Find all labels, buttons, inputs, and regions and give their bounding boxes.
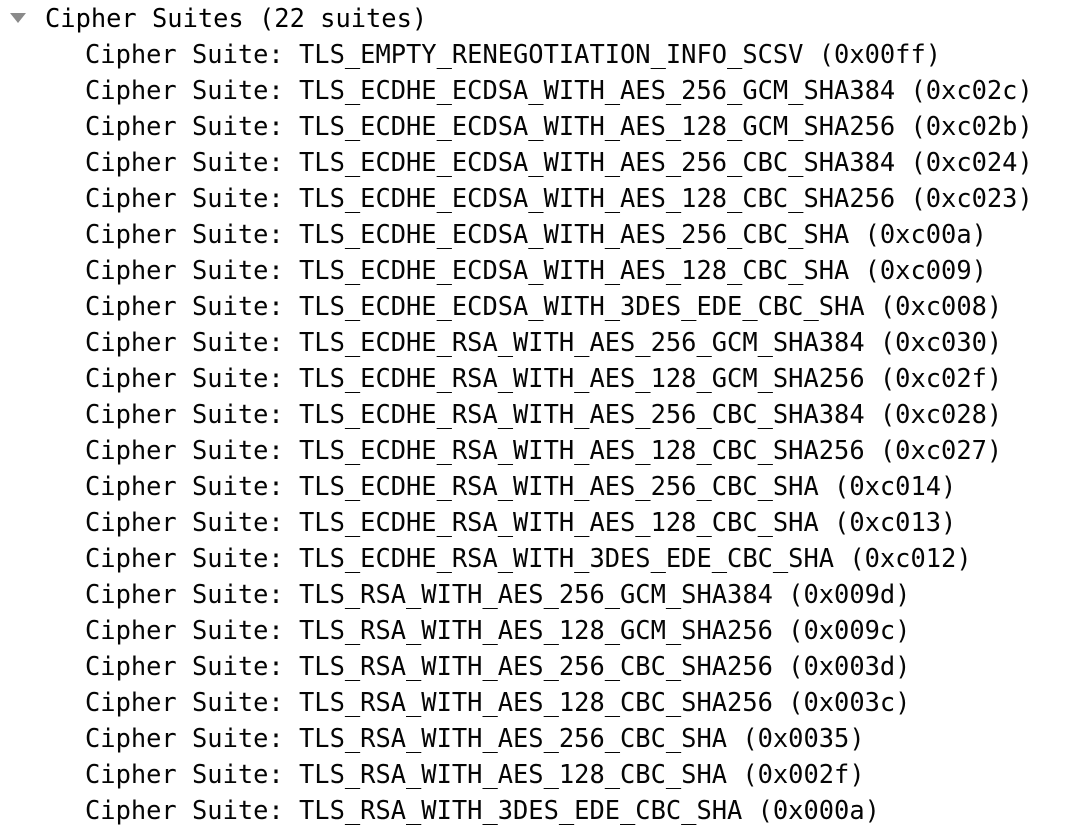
cipher-suite-label: Cipher Suite: TLS_ECDHE_ECDSA_WITH_AES_2…	[85, 147, 1033, 177]
cipher-suite-row[interactable]: Cipher Suite: TLS_ECDHE_RSA_WITH_AES_128…	[0, 360, 1082, 396]
cipher-suite-label: Cipher Suite: TLS_RSA_WITH_AES_256_GCM_S…	[85, 579, 911, 609]
cipher-suite-label: Cipher Suite: TLS_ECDHE_RSA_WITH_AES_128…	[85, 363, 1003, 393]
cipher-suite-label: Cipher Suite: TLS_ECDHE_RSA_WITH_AES_256…	[85, 471, 957, 501]
cipher-suite-row[interactable]: Cipher Suite: TLS_ECDHE_RSA_WITH_AES_256…	[0, 324, 1082, 360]
cipher-suite-row[interactable]: Cipher Suite: TLS_ECDHE_ECDSA_WITH_AES_1…	[0, 252, 1082, 288]
cipher-suite-row[interactable]: Cipher Suite: TLS_EMPTY_RENEGOTIATION_IN…	[0, 36, 1082, 72]
cipher-suites-node-label: Cipher Suites (22 suites)	[45, 3, 428, 33]
cipher-suite-label: Cipher Suite: TLS_RSA_WITH_AES_128_CBC_S…	[85, 759, 865, 789]
cipher-suite-row[interactable]: Cipher Suite: TLS_ECDHE_ECDSA_WITH_3DES_…	[0, 288, 1082, 324]
cipher-suite-label: Cipher Suite: TLS_ECDHE_ECDSA_WITH_AES_2…	[85, 219, 987, 249]
cipher-suite-row[interactable]: Cipher Suite: TLS_RSA_WITH_AES_256_CBC_S…	[0, 648, 1082, 684]
cipher-suites-node[interactable]: Cipher Suites (22 suites)	[0, 0, 1082, 36]
cipher-suite-row[interactable]: Cipher Suite: TLS_ECDHE_RSA_WITH_AES_256…	[0, 396, 1082, 432]
cipher-suite-label: Cipher Suite: TLS_ECDHE_ECDSA_WITH_AES_2…	[85, 75, 1033, 105]
cipher-suite-row[interactable]: Cipher Suite: TLS_ECDHE_RSA_WITH_3DES_ED…	[0, 540, 1082, 576]
cipher-suite-row[interactable]: Cipher Suite: TLS_RSA_WITH_AES_256_GCM_S…	[0, 576, 1082, 612]
cipher-suite-row[interactable]: Cipher Suite: TLS_ECDHE_RSA_WITH_AES_128…	[0, 432, 1082, 468]
cipher-suite-label: Cipher Suite: TLS_RSA_WITH_3DES_EDE_CBC_…	[85, 795, 880, 825]
cipher-suite-label: Cipher Suite: TLS_ECDHE_ECDSA_WITH_3DES_…	[85, 291, 1003, 321]
cipher-suite-row[interactable]: Cipher Suite: TLS_ECDHE_ECDSA_WITH_AES_2…	[0, 72, 1082, 108]
cipher-suite-row[interactable]: Cipher Suite: TLS_ECDHE_ECDSA_WITH_AES_1…	[0, 180, 1082, 216]
cipher-suite-label: Cipher Suite: TLS_ECDHE_RSA_WITH_AES_128…	[85, 435, 1003, 465]
cipher-suite-label: Cipher Suite: TLS_RSA_WITH_AES_256_CBC_S…	[85, 723, 865, 753]
cipher-suite-row[interactable]: Cipher Suite: TLS_RSA_WITH_AES_128_CBC_S…	[0, 684, 1082, 720]
cipher-suite-label: Cipher Suite: TLS_ECDHE_ECDSA_WITH_AES_1…	[85, 255, 987, 285]
cipher-suite-label: Cipher Suite: TLS_ECDHE_RSA_WITH_AES_128…	[85, 507, 957, 537]
cipher-suite-row[interactable]: Cipher Suite: TLS_RSA_WITH_AES_256_CBC_S…	[0, 720, 1082, 756]
cipher-suite-label: Cipher Suite: TLS_RSA_WITH_AES_128_CBC_S…	[85, 687, 911, 717]
cipher-suite-label: Cipher Suite: TLS_ECDHE_RSA_WITH_AES_256…	[85, 399, 1003, 429]
cipher-suite-label: Cipher Suite: TLS_RSA_WITH_AES_128_GCM_S…	[85, 615, 911, 645]
cipher-suite-label: Cipher Suite: TLS_EMPTY_RENEGOTIATION_IN…	[85, 39, 942, 69]
cipher-suite-list: Cipher Suite: TLS_EMPTY_RENEGOTIATION_IN…	[0, 36, 1082, 828]
cipher-suite-row[interactable]: Cipher Suite: TLS_ECDHE_ECDSA_WITH_AES_1…	[0, 108, 1082, 144]
cipher-suite-row[interactable]: Cipher Suite: TLS_RSA_WITH_3DES_EDE_CBC_…	[0, 792, 1082, 828]
protocol-tree: Cipher Suites (22 suites) Cipher Suite: …	[0, 0, 1082, 830]
cipher-suite-row[interactable]: Cipher Suite: TLS_ECDHE_ECDSA_WITH_AES_2…	[0, 216, 1082, 252]
cipher-suite-row[interactable]: Cipher Suite: TLS_ECDHE_RSA_WITH_AES_128…	[0, 504, 1082, 540]
cipher-suite-label: Cipher Suite: TLS_ECDHE_RSA_WITH_AES_256…	[85, 327, 1003, 357]
cipher-suite-row[interactable]: Cipher Suite: TLS_ECDHE_ECDSA_WITH_AES_2…	[0, 144, 1082, 180]
cipher-suite-label: Cipher Suite: TLS_RSA_WITH_AES_256_CBC_S…	[85, 651, 911, 681]
triangle-down-icon[interactable]	[10, 13, 26, 23]
cipher-suite-row[interactable]: Cipher Suite: TLS_ECDHE_RSA_WITH_AES_256…	[0, 468, 1082, 504]
cipher-suite-label: Cipher Suite: TLS_ECDHE_RSA_WITH_3DES_ED…	[85, 543, 972, 573]
cipher-suite-row[interactable]: Cipher Suite: TLS_RSA_WITH_AES_128_CBC_S…	[0, 756, 1082, 792]
cipher-suite-label: Cipher Suite: TLS_ECDHE_ECDSA_WITH_AES_1…	[85, 111, 1033, 141]
cipher-suite-row[interactable]: Cipher Suite: TLS_RSA_WITH_AES_128_GCM_S…	[0, 612, 1082, 648]
cipher-suite-label: Cipher Suite: TLS_ECDHE_ECDSA_WITH_AES_1…	[85, 183, 1033, 213]
